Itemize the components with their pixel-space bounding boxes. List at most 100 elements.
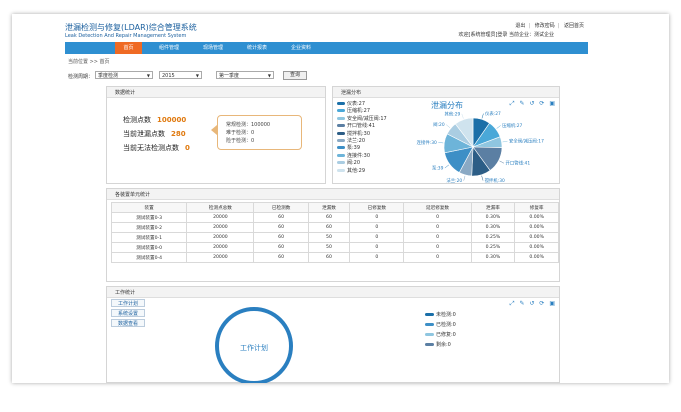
legend-label: 安全阀/减压阀:17 (347, 115, 387, 122)
table-cell: 测试装置0-1 (110, 232, 188, 243)
column-header[interactable]: 泄漏率 (470, 202, 516, 213)
refresh-icon[interactable]: ⟳ (539, 100, 544, 107)
legend-swatch (337, 146, 345, 150)
table-cell: 测试装置0-3 (110, 212, 188, 223)
chart-toolbar: ⤢ ✎ ↺ ⟳ ▣ (507, 300, 555, 308)
legend-item[interactable]: 未检测:0 (425, 311, 456, 321)
leak-count-value: 280 (171, 130, 186, 138)
legend-item[interactable]: 其他:29 (337, 167, 387, 174)
column-header[interactable]: 已检测数 (253, 202, 309, 213)
device-table: 装置 检测点总数 已检测数 泄漏数 已修复数 延迟修复数 泄漏率 修复率 测试装置0-3 200… (110, 202, 559, 263)
column-header[interactable]: 检测点总数 (186, 202, 255, 213)
legend-label: 仪表:27 (347, 101, 366, 107)
slice-label: 仪表:27 (485, 110, 501, 117)
data-view-button[interactable]: 数据查看 (111, 319, 145, 327)
legend-item[interactable]: 开口管线:41 (337, 122, 387, 129)
zoom-icon[interactable]: ⤢ (510, 100, 515, 107)
slice-label-line (463, 175, 466, 181)
legend-item[interactable]: 泵:39 (337, 144, 387, 151)
restore-icon[interactable]: ↺ (529, 100, 534, 107)
panel-header: 工作统计 (107, 287, 559, 298)
detection-callout: 常规检测：100000 难于检测：0 险于检测：0 (217, 115, 302, 150)
save-icon[interactable]: ▣ (549, 300, 555, 307)
slice-label: 阀:20 (433, 121, 445, 128)
column-header[interactable]: 已修复数 (349, 202, 405, 213)
legend-item[interactable]: 已检测:0 (425, 321, 456, 331)
legend-item[interactable]: 法兰:20 (337, 137, 387, 144)
legend-swatch (337, 109, 345, 113)
system-settings-button[interactable]: 系统设置 (111, 309, 145, 317)
table-cell: 0.30% (470, 252, 516, 263)
table-cell: 20000 (186, 222, 255, 233)
legend-swatch (337, 131, 345, 135)
slice-label: 其他:29 (444, 110, 460, 117)
nav-site-management[interactable]: 现场管理 (195, 42, 231, 54)
table-cell: 50 (307, 232, 351, 243)
logout-link[interactable]: 退出 (512, 23, 528, 29)
nav-component-management[interactable]: 组件管理 (151, 42, 187, 54)
table-row[interactable]: 测试装置0-3 20000 60 60 0 0 0.30% 0.00% (110, 212, 559, 223)
table-cell: 测试装置0-4 (110, 252, 188, 263)
column-header[interactable]: 装置 (110, 202, 188, 213)
table-cell: 60 (307, 252, 351, 263)
nav-company-info[interactable]: 企业资料 (283, 42, 319, 54)
callout-line: 常规检测：100000 (226, 122, 271, 128)
legend-item[interactable]: 搅拌机:30 (337, 130, 387, 137)
legend-swatch (425, 323, 434, 326)
table-cell: 60 (253, 252, 309, 263)
legend-swatch (425, 313, 434, 316)
table-row[interactable]: 测试装置0-0 20000 60 50 0 0 0.25% 0.00% (110, 242, 559, 253)
query-button[interactable]: 查询 (283, 71, 307, 80)
slice-label-line (438, 142, 444, 144)
table-cell: 0 (403, 212, 472, 223)
slice-label-line (461, 113, 464, 119)
legend-label: 剩余:0 (436, 342, 451, 348)
table-cell: 60 (307, 212, 351, 223)
panel-title: 数据统计 (115, 90, 136, 96)
legend-label: 阀:20 (347, 160, 361, 167)
legend-item[interactable]: 仪表:27 (337, 100, 387, 107)
legend-swatch (337, 153, 345, 157)
legend-item[interactable]: 阀:20 (337, 159, 387, 166)
edit-icon[interactable]: ✎ (519, 300, 524, 307)
table-cell: 0.00% (514, 222, 559, 233)
table-cell: 0 (403, 232, 472, 243)
table-row[interactable]: 测试装置0-1 20000 60 50 0 0 0.25% 0.00% (110, 232, 559, 243)
callout-line: 险于检测：0 (226, 138, 255, 144)
table-cell: 0 (349, 252, 405, 263)
home-link[interactable]: 返回首页 (561, 23, 587, 29)
legend-item[interactable]: 安全阀/减压阀:17 (337, 115, 387, 122)
legend-swatch (337, 116, 345, 120)
column-header[interactable]: 泄漏数 (307, 202, 351, 213)
restore-icon[interactable]: ↺ (529, 300, 534, 307)
legend-label: 泵:39 (347, 145, 361, 152)
legend-item[interactable]: 已修复:0 (425, 331, 456, 341)
work-plan-button[interactable]: 工作计划 (111, 299, 145, 307)
table-cell: 50 (307, 242, 351, 253)
table-body: 测试装置0-3 20000 60 60 0 0 0.30% 0.00% 测试装置0-2 20000… (110, 212, 559, 263)
column-header[interactable]: 修复率 (514, 202, 559, 213)
legend-item[interactable]: 剩余:0 (425, 341, 456, 351)
period-type-select[interactable]: 季度检测 ▼ (95, 71, 153, 79)
table-row[interactable]: 测试装置0-2 20000 60 60 0 0 0.30% 0.00% (110, 222, 559, 233)
table-row[interactable]: 测试装置0-4 20000 60 60 0 0 0.30% 0.00% (110, 252, 559, 263)
change-password-link[interactable]: 修改密码 (532, 23, 558, 29)
circle-label: 工作计划 (240, 344, 268, 352)
save-icon[interactable]: ▣ (549, 100, 555, 107)
table-cell: 60 (253, 212, 309, 223)
zoom-icon[interactable]: ⤢ (510, 300, 515, 307)
nav-home[interactable]: 首页 (115, 42, 142, 54)
year-select[interactable]: 2015 ▼ (159, 71, 202, 79)
slice-label: 搅拌机:30 (485, 177, 505, 184)
table-cell: 0.00% (514, 212, 559, 223)
refresh-icon[interactable]: ⟳ (539, 300, 544, 307)
quarter-select[interactable]: 第一季度 ▼ (216, 71, 274, 79)
nav-statistics-report[interactable]: 统计报表 (239, 42, 275, 54)
column-header[interactable]: 延迟修复数 (403, 202, 472, 213)
slice-label-line (481, 175, 484, 181)
legend-label: 已检测:0 (436, 322, 456, 328)
legend-item[interactable]: 压缩机:27 (337, 107, 387, 114)
legend-item[interactable]: 连接件:30 (337, 152, 387, 159)
header: 泄漏检测与修复(LDAR)综合管理系统 Leak Detection And R… (12, 14, 669, 42)
edit-icon[interactable]: ✎ (519, 100, 524, 107)
